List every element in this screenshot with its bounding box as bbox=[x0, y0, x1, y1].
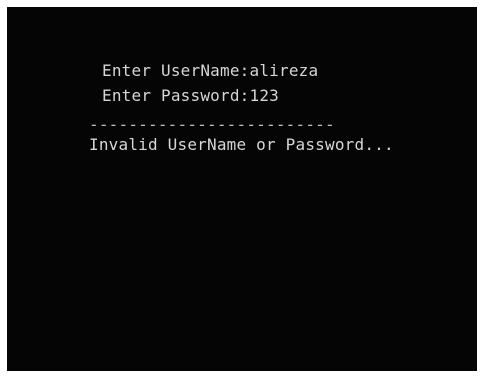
separator-line: ------------------------- bbox=[89, 115, 335, 134]
error-message-line: Invalid UserName or Password... bbox=[89, 135, 394, 154]
username-prompt-line: Enter UserName:alireza bbox=[102, 61, 319, 80]
screenshot-frame: Enter UserName:alireza Enter Password:12… bbox=[0, 0, 483, 376]
console-window: Enter UserName:alireza Enter Password:12… bbox=[7, 7, 477, 371]
password-prompt-line: Enter Password:123 bbox=[102, 86, 279, 105]
